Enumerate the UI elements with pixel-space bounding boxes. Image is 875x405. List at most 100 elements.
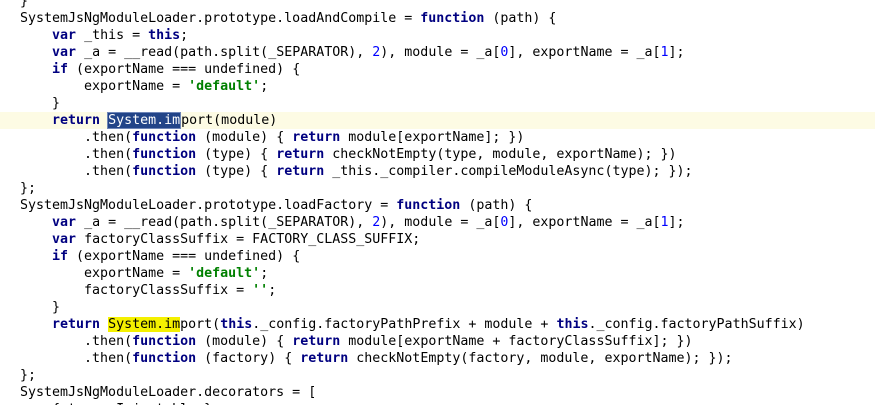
keyword-token: return	[276, 147, 325, 162]
number-token: 1	[660, 45, 669, 60]
keyword-token: return	[52, 317, 101, 332]
code-token: (factory) {	[196, 351, 301, 366]
code-text: .then(function (module) { return module[…	[20, 129, 524, 146]
code-text: factoryClassSuffix = '';	[20, 282, 276, 299]
code-token: _a = __read(path.split(_SEPARATOR),	[76, 45, 373, 60]
code-token: ], exportName = _a[	[508, 45, 661, 60]
keyword-token: function	[132, 164, 197, 179]
code-token: _this =	[76, 28, 149, 43]
code-text: exportName = 'default';	[20, 265, 268, 282]
code-line[interactable]: var _a = __read(path.split(_SEPARATOR), …	[0, 44, 875, 61]
code-token: ;	[180, 28, 189, 43]
code-token: ];	[668, 45, 685, 60]
keyword-token: var	[52, 28, 77, 43]
code-token: port(	[180, 317, 221, 332]
code-text: return System.import(this._config.factor…	[20, 316, 805, 333]
number-token: 1	[660, 215, 669, 230]
keyword-token: return	[276, 164, 325, 179]
code-line[interactable]: SystemJsNgModuleLoader.prototype.loadAnd…	[0, 10, 875, 27]
code-line[interactable]: SystemJsNgModuleLoader.decorators = [	[0, 384, 875, 401]
code-token: exportName =	[84, 79, 189, 94]
keyword-token: function	[420, 11, 485, 26]
code-line[interactable]: factoryClassSuffix = '';	[0, 282, 875, 299]
code-token: ), module = _a[	[380, 45, 501, 60]
code-token: .then(	[84, 130, 133, 145]
code-token: (path) {	[484, 11, 557, 26]
code-line[interactable]: };	[0, 367, 875, 384]
code-token: checkNotEmpty(factory, module, exportNam…	[348, 351, 733, 366]
code-text: }	[20, 0, 28, 10]
code-line[interactable]: .then(function (module) { return module[…	[0, 129, 875, 146]
keyword-token: var	[52, 215, 77, 230]
code-text: .then(function (type) { return _this._co…	[20, 163, 693, 180]
code-line[interactable]: .then(function (type) { return _this._co…	[0, 163, 875, 180]
code-text: { type: Injectable }	[20, 401, 212, 405]
code-token: .then(	[84, 334, 133, 349]
code-token: factoryClassSuffix =	[84, 283, 253, 298]
code-line[interactable]: var _this = this;	[0, 27, 875, 44]
code-text: }	[20, 299, 60, 316]
code-text: exportName = 'default';	[20, 78, 268, 95]
code-text: return System.import(module)	[20, 112, 277, 129]
code-token: }	[52, 300, 61, 315]
string-token: 'default'	[188, 266, 261, 281]
code-line[interactable]: }	[0, 299, 875, 316]
code-line[interactable]: return System.import(this._config.factor…	[0, 316, 875, 333]
code-token: }	[52, 96, 61, 111]
code-line[interactable]: SystemJsNgModuleLoader.prototype.loadFac…	[0, 197, 875, 214]
keyword-token: return	[292, 334, 341, 349]
code-token: port(module)	[181, 113, 278, 128]
code-text: SystemJsNgModuleLoader.decorators = [	[20, 384, 316, 401]
keyword-token: var	[52, 45, 77, 60]
code-token: SystemJsNgModuleLoader.prototype.loadFac…	[20, 198, 397, 213]
code-line[interactable]: exportName = 'default';	[0, 265, 875, 282]
code-token: .then(	[84, 147, 133, 162]
code-line[interactable]: if (exportName === undefined) {	[0, 248, 875, 265]
code-line[interactable]: };	[0, 180, 875, 197]
code-line[interactable]: .then(function (module) { return module[…	[0, 333, 875, 350]
keyword-token: return	[292, 130, 341, 145]
keyword-token: function	[132, 334, 197, 349]
code-token: (exportName === undefined) {	[68, 62, 301, 77]
code-line[interactable]: exportName = 'default';	[0, 78, 875, 95]
code-text: var _a = __read(path.split(_SEPARATOR), …	[20, 44, 685, 61]
keyword-token: function	[396, 198, 461, 213]
code-text: var factoryClassSuffix = FACTORY_CLASS_S…	[20, 231, 420, 248]
code-token: module[exportName]; })	[340, 130, 525, 145]
code-line[interactable]: var _a = __read(path.split(_SEPARATOR), …	[0, 214, 875, 231]
code-text: if (exportName === undefined) {	[20, 248, 300, 265]
code-text: .then(function (module) { return module[…	[20, 333, 692, 350]
search-match: System.im	[108, 317, 181, 332]
code-line[interactable]: { type: Injectable }	[0, 401, 875, 405]
code-line[interactable]: if (exportName === undefined) {	[0, 61, 875, 78]
code-editor[interactable]: } SystemJsNgModuleLoader.prototype.loadAn…	[0, 0, 875, 405]
keyword-token: function	[132, 130, 197, 145]
code-token: (type) {	[196, 164, 277, 179]
keyword-token: function	[132, 351, 197, 366]
code-line-current[interactable]: return System.import(module)	[0, 112, 875, 129]
keyword-token: return	[300, 351, 349, 366]
code-line[interactable]: }	[0, 95, 875, 112]
code-text: };	[20, 180, 36, 197]
code-token: _this._compiler.compileModuleAsync(type)…	[324, 164, 693, 179]
keyword-token: function	[132, 147, 197, 162]
code-token: ._config.factoryPathPrefix + module +	[252, 317, 557, 332]
code-line[interactable]: }	[0, 0, 875, 10]
code-token: factoryClassSuffix = FACTORY_CLASS_SUFFI…	[76, 232, 421, 247]
code-text: var _this = this;	[20, 27, 188, 44]
code-line[interactable]: var factoryClassSuffix = FACTORY_CLASS_S…	[0, 231, 875, 248]
code-line[interactable]: .then(function (type) { return checkNotE…	[0, 146, 875, 163]
keyword-token: this	[148, 28, 181, 43]
code-line[interactable]: .then(function (factory) { return checkN…	[0, 350, 875, 367]
